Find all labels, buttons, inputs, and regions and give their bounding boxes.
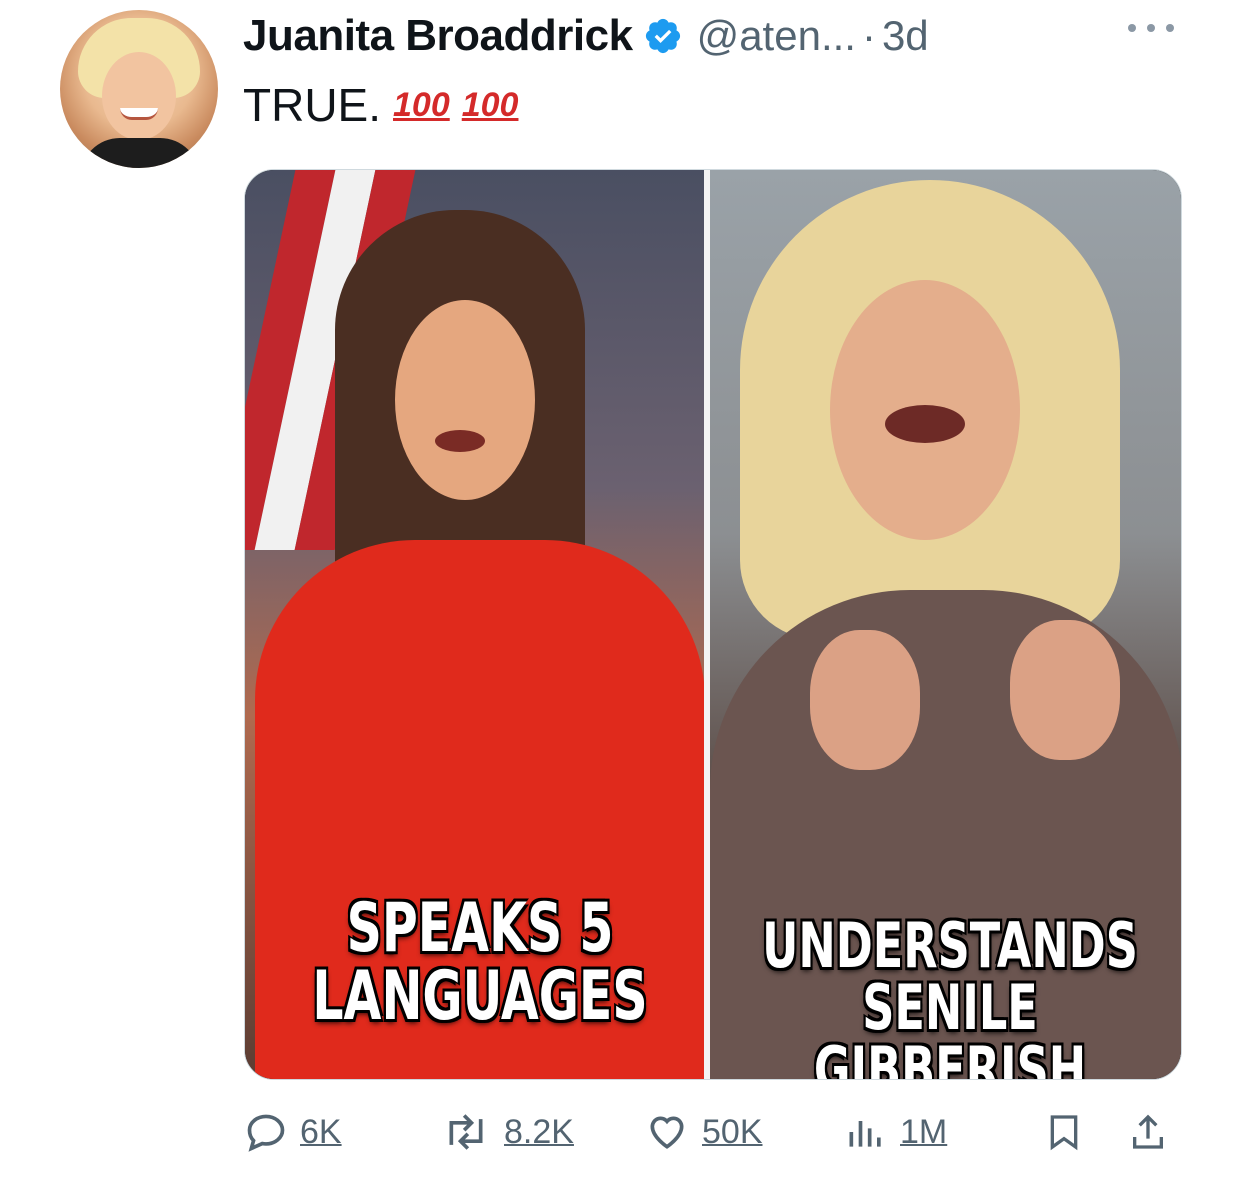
hundred-points-emoji: 100: [393, 85, 450, 124]
avatar-clothing: [80, 138, 200, 168]
separator-dot: ·: [861, 12, 876, 59]
like-button[interactable]: 50K: [644, 1110, 763, 1154]
share-button[interactable]: [1128, 1110, 1168, 1154]
right-caption: UNDERSTANDS SENILE GIBBERISH: [762, 909, 1138, 1080]
heart-icon: [650, 1116, 684, 1149]
person-mouth: [435, 430, 485, 452]
tweet-header: Juanita Broaddrick @aten... · 3d: [243, 8, 929, 64]
tweet-media-image[interactable]: SPEAKS 5 LANGUAGES UNDERSTANDS SENILE GI…: [244, 169, 1182, 1080]
reply-button[interactable]: 6K: [244, 1110, 342, 1154]
person-mouth: [885, 405, 965, 443]
verified-badge-icon: [645, 18, 680, 54]
more-dot: [1147, 24, 1155, 32]
share-icon: [1133, 1114, 1163, 1149]
views-chart-icon: [849, 1121, 881, 1147]
author-avatar[interactable]: [60, 10, 218, 168]
more-dot: [1128, 24, 1136, 32]
tweet-action-bar: 6K 8.2K 50K 1M: [244, 1110, 1182, 1170]
repost-count: 8.2K: [504, 1112, 574, 1151]
person-fist: [810, 630, 920, 770]
left-caption: SPEAKS 5 LANGUAGES: [312, 889, 648, 1036]
avatar-face: [102, 52, 176, 140]
views-count: 1M: [900, 1112, 948, 1151]
meme-left-panel: SPEAKS 5 LANGUAGES: [245, 170, 704, 1079]
bookmark-button[interactable]: [1044, 1110, 1084, 1154]
hundred-points-emoji: 100: [461, 85, 519, 124]
like-count: 50K: [702, 1112, 763, 1151]
more-options-icon[interactable]: [1128, 18, 1174, 38]
person-face: [395, 300, 535, 500]
repost-icon: [449, 1114, 483, 1150]
tweet-timestamp[interactable]: 3d: [882, 12, 929, 60]
more-dot: [1166, 24, 1174, 32]
avatar-smile: [120, 108, 158, 120]
person-fist: [1010, 620, 1120, 760]
tweet-text: TRUE. 100 100: [243, 78, 518, 132]
bookmark-icon: [1050, 1115, 1078, 1151]
reply-count: 6K: [300, 1112, 342, 1151]
author-handle[interactable]: @aten...: [697, 12, 856, 60]
author-name[interactable]: Juanita Broaddrick: [243, 11, 633, 61]
reply-icon: [247, 1114, 285, 1152]
tweet-body: TRUE.: [243, 79, 381, 131]
repost-button[interactable]: 8.2K: [440, 1110, 574, 1154]
views-button[interactable]: 1M: [844, 1110, 947, 1154]
meme-right-panel: UNDERSTANDS SENILE GIBBERISH: [710, 170, 1181, 1080]
